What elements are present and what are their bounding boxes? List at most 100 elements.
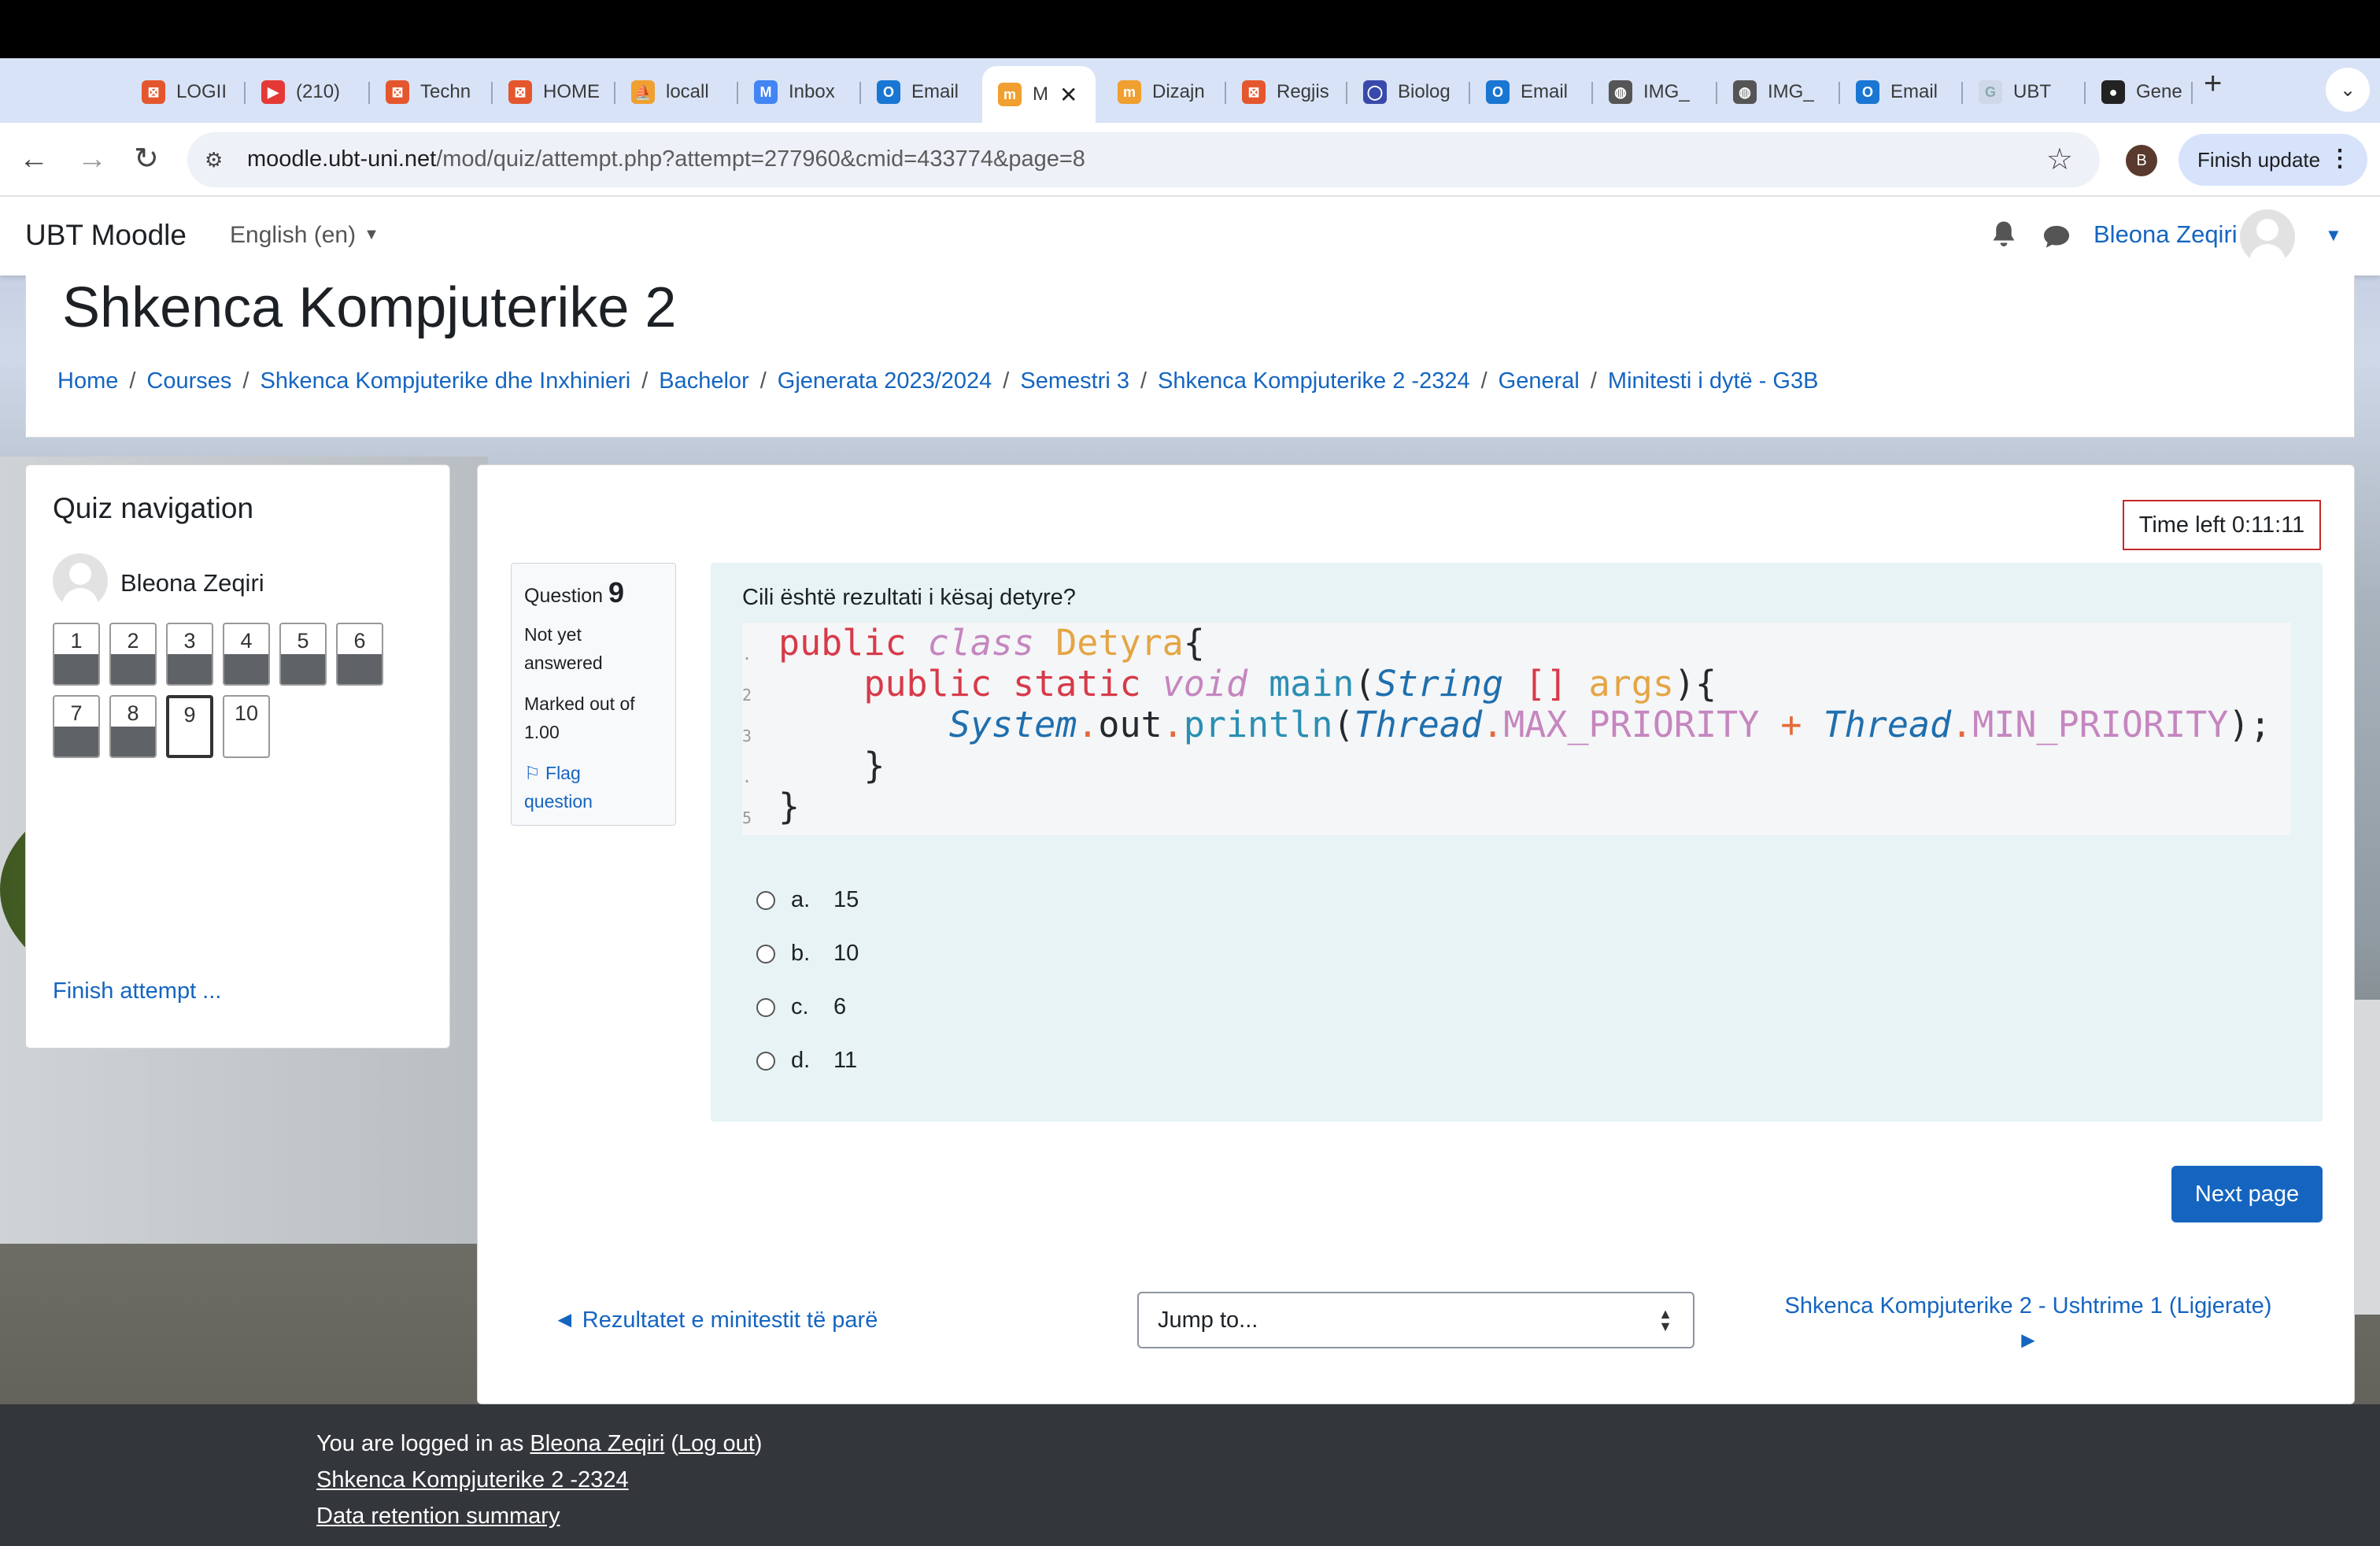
answer-option-d[interactable]: d. 11 — [756, 1048, 857, 1074]
breadcrumb-separator: / — [759, 368, 767, 394]
browser-tab[interactable]: ◍ IMG_ — [1717, 66, 1840, 118]
breadcrumb-item[interactable]: Home — [57, 368, 118, 394]
footer-course-line: Shkenca Kompjuterike 2 -2324 — [316, 1467, 629, 1493]
quiz-nav-button-1[interactable]: 1 — [53, 623, 100, 686]
chat-icon[interactable] — [2042, 222, 2071, 250]
profile-link[interactable]: Bleona Zeqiri — [530, 1431, 664, 1456]
select-arrows-icon: ▲ ▼ — [1658, 1306, 1672, 1334]
radio-button[interactable] — [756, 997, 775, 1017]
code-line: public static void main(String [] args){ — [863, 663, 1717, 705]
close-tab-icon[interactable]: ✕ — [1059, 82, 1077, 108]
quiz-nav-button-9-current[interactable]: 9 — [166, 695, 213, 758]
quiz-main-region: Time left 0:11:11 Question 9 Not yet answ… — [477, 464, 2355, 1404]
breadcrumb-item[interactable]: Shkenca Kompjuterike dhe Inxhinieri — [260, 368, 630, 394]
url-field[interactable]: ⚙ moodle.ubt-uni.net/mod/quiz/attempt.ph… — [187, 132, 2100, 187]
breadcrumb: Home / Courses / Shkenca Kompjuterike dhe In… — [57, 368, 1818, 394]
quiz-timer: Time left 0:11:11 — [2123, 500, 2321, 550]
code-line: } — [863, 745, 885, 786]
profile-avatar[interactable]: B — [2126, 145, 2157, 176]
breadcrumb-item[interactable]: Minitesti i dytë - G3B — [1608, 368, 1819, 394]
reload-icon[interactable]: ↻ — [134, 142, 159, 176]
browser-tab[interactable]: ⊠ Techn — [370, 66, 493, 118]
quiz-nav-button-3[interactable]: 3 — [166, 623, 213, 686]
quiz-nav-button-7[interactable]: 7 — [53, 695, 100, 758]
browser-tab[interactable]: m Dizajn — [1102, 66, 1226, 118]
browser-tab[interactable]: O Email — [861, 66, 982, 118]
browser-tab[interactable]: ◯ Biolog — [1347, 66, 1470, 118]
previous-activity-link[interactable]: ◄ Rezultatet e minitestit të parë — [553, 1307, 878, 1333]
bookmark-star-icon[interactable]: ☆ — [2046, 142, 2073, 177]
breadcrumb-separator: / — [129, 368, 136, 394]
radio-button[interactable] — [756, 944, 775, 963]
quiz-nav-button-6[interactable]: 6 — [336, 623, 383, 686]
bell-icon[interactable] — [1990, 219, 2018, 250]
browser-tab[interactable]: ⊠ Regjis — [1226, 66, 1347, 118]
outlook-icon: O — [1486, 80, 1510, 104]
answer-option-c[interactable]: c. 6 — [756, 994, 846, 1020]
quiz-nav-button-5[interactable]: 5 — [279, 623, 327, 686]
logout-link[interactable]: Log out — [678, 1431, 755, 1456]
breadcrumb-item[interactable]: Gjenerata 2023/2024 — [778, 368, 992, 394]
jump-to-select[interactable]: Jump to... ▲ ▼ — [1137, 1292, 1694, 1348]
browser-tab[interactable]: O Email — [1470, 66, 1593, 118]
breadcrumb-item[interactable]: Semestri 3 — [1020, 368, 1129, 394]
flag-icon: ⚐ — [524, 763, 541, 783]
finish-attempt-link[interactable]: Finish attempt ... — [53, 978, 221, 1004]
more-menu-icon[interactable]: ⋮ — [2328, 145, 2352, 172]
answer-option-a[interactable]: a. 15 — [756, 887, 859, 913]
browser-tab-active[interactable]: m M ✕ — [982, 66, 1096, 123]
quiz-nav-button-4[interactable]: 4 — [223, 623, 270, 686]
user-menu-name[interactable]: Bleona Zeqiri — [2094, 220, 2238, 249]
browser-tab[interactable]: ◍ IMG_ — [1593, 66, 1717, 118]
login-info: You are logged in as Bleona Zeqiri (Log … — [316, 1431, 763, 1456]
breadcrumb-item[interactable]: Shkenca Kompjuterike 2 -2324 — [1158, 368, 1470, 394]
finish-update-button[interactable]: Finish update ⋮ — [2179, 134, 2367, 186]
xampp-icon: ⊠ — [508, 80, 532, 104]
answer-option-b[interactable]: b. 10 — [756, 941, 859, 967]
radio-button[interactable] — [756, 1051, 775, 1071]
forward-icon[interactable]: → — [77, 142, 107, 176]
breadcrumb-item[interactable]: Courses — [146, 368, 231, 394]
page-background: UBT Moodle English (en) ▼ Bleona Zeqiri ▼… — [0, 197, 2380, 1546]
flag-question-link[interactable]: ⚐ Flag question — [524, 759, 663, 816]
breadcrumb-item[interactable]: General — [1499, 368, 1580, 394]
quiz-nav-button-10[interactable]: 10 — [223, 695, 270, 758]
browser-tab[interactable]: ● Gene — [2086, 66, 2193, 118]
browser-tab[interactable]: ⛵ locall — [615, 66, 738, 118]
back-icon[interactable]: ← — [19, 142, 49, 176]
caret-down-icon[interactable]: ▼ — [2325, 225, 2342, 246]
browser-tab[interactable]: M Inbox — [738, 66, 861, 118]
browser-tab[interactable]: ⊠ LOGII — [126, 66, 246, 118]
code-line: public class Detyra{ — [778, 622, 1205, 664]
circle-icon: ◯ — [1363, 80, 1387, 104]
next-activity-link[interactable]: Shkenca Kompjuterike 2 - Ushtrime 1 (Lig… — [1753, 1289, 2304, 1358]
next-page-button[interactable]: Next page — [2171, 1166, 2323, 1222]
user-avatar[interactable] — [2240, 209, 2295, 264]
page-footer: You are logged in as Bleona Zeqiri (Log … — [0, 1404, 2380, 1546]
question-text: Cili është rezultati i kësaj detyre? — [742, 585, 1076, 610]
answered-indicator — [338, 654, 382, 684]
site-settings-icon[interactable]: ⚙ — [205, 148, 223, 172]
quiz-nav-button-2[interactable]: 2 — [109, 623, 157, 686]
new-tab-button[interactable]: + — [2204, 68, 2222, 99]
caret-down-icon: ▼ — [364, 226, 379, 243]
footer-retention-line: Data retention summary — [316, 1503, 560, 1529]
quiz-nav-button-8[interactable]: 8 — [109, 695, 157, 758]
browser-tab[interactable]: ▶ (210) — [246, 66, 370, 118]
breadcrumb-item[interactable]: Bachelor — [659, 368, 748, 394]
language-menu[interactable]: English (en) ▼ — [230, 222, 379, 249]
quiz-navigation-block: Quiz navigation Bleona Zeqiri 1 2 3 4 5 … — [25, 464, 450, 1049]
browser-tab[interactable]: G UBT — [1963, 66, 2086, 118]
globe-icon: ◍ — [1733, 80, 1757, 104]
site-brand[interactable]: UBT Moodle — [25, 219, 187, 252]
course-link[interactable]: Shkenca Kompjuterike 2 -2324 — [316, 1467, 629, 1492]
browser-tab[interactable]: O Email — [1840, 66, 1963, 118]
breadcrumb-separator: / — [1140, 368, 1148, 394]
line-gutter: 3 — [742, 727, 752, 745]
radio-button[interactable] — [756, 890, 775, 910]
tab-search-button[interactable]: ⌄ — [2326, 68, 2370, 112]
moodle-icon: m — [1118, 80, 1141, 104]
data-retention-link[interactable]: Data retention summary — [316, 1503, 560, 1529]
browser-tab[interactable]: ⊠ HOME — [493, 66, 615, 118]
question-grade: Marked out of 1.00 — [524, 693, 635, 742]
